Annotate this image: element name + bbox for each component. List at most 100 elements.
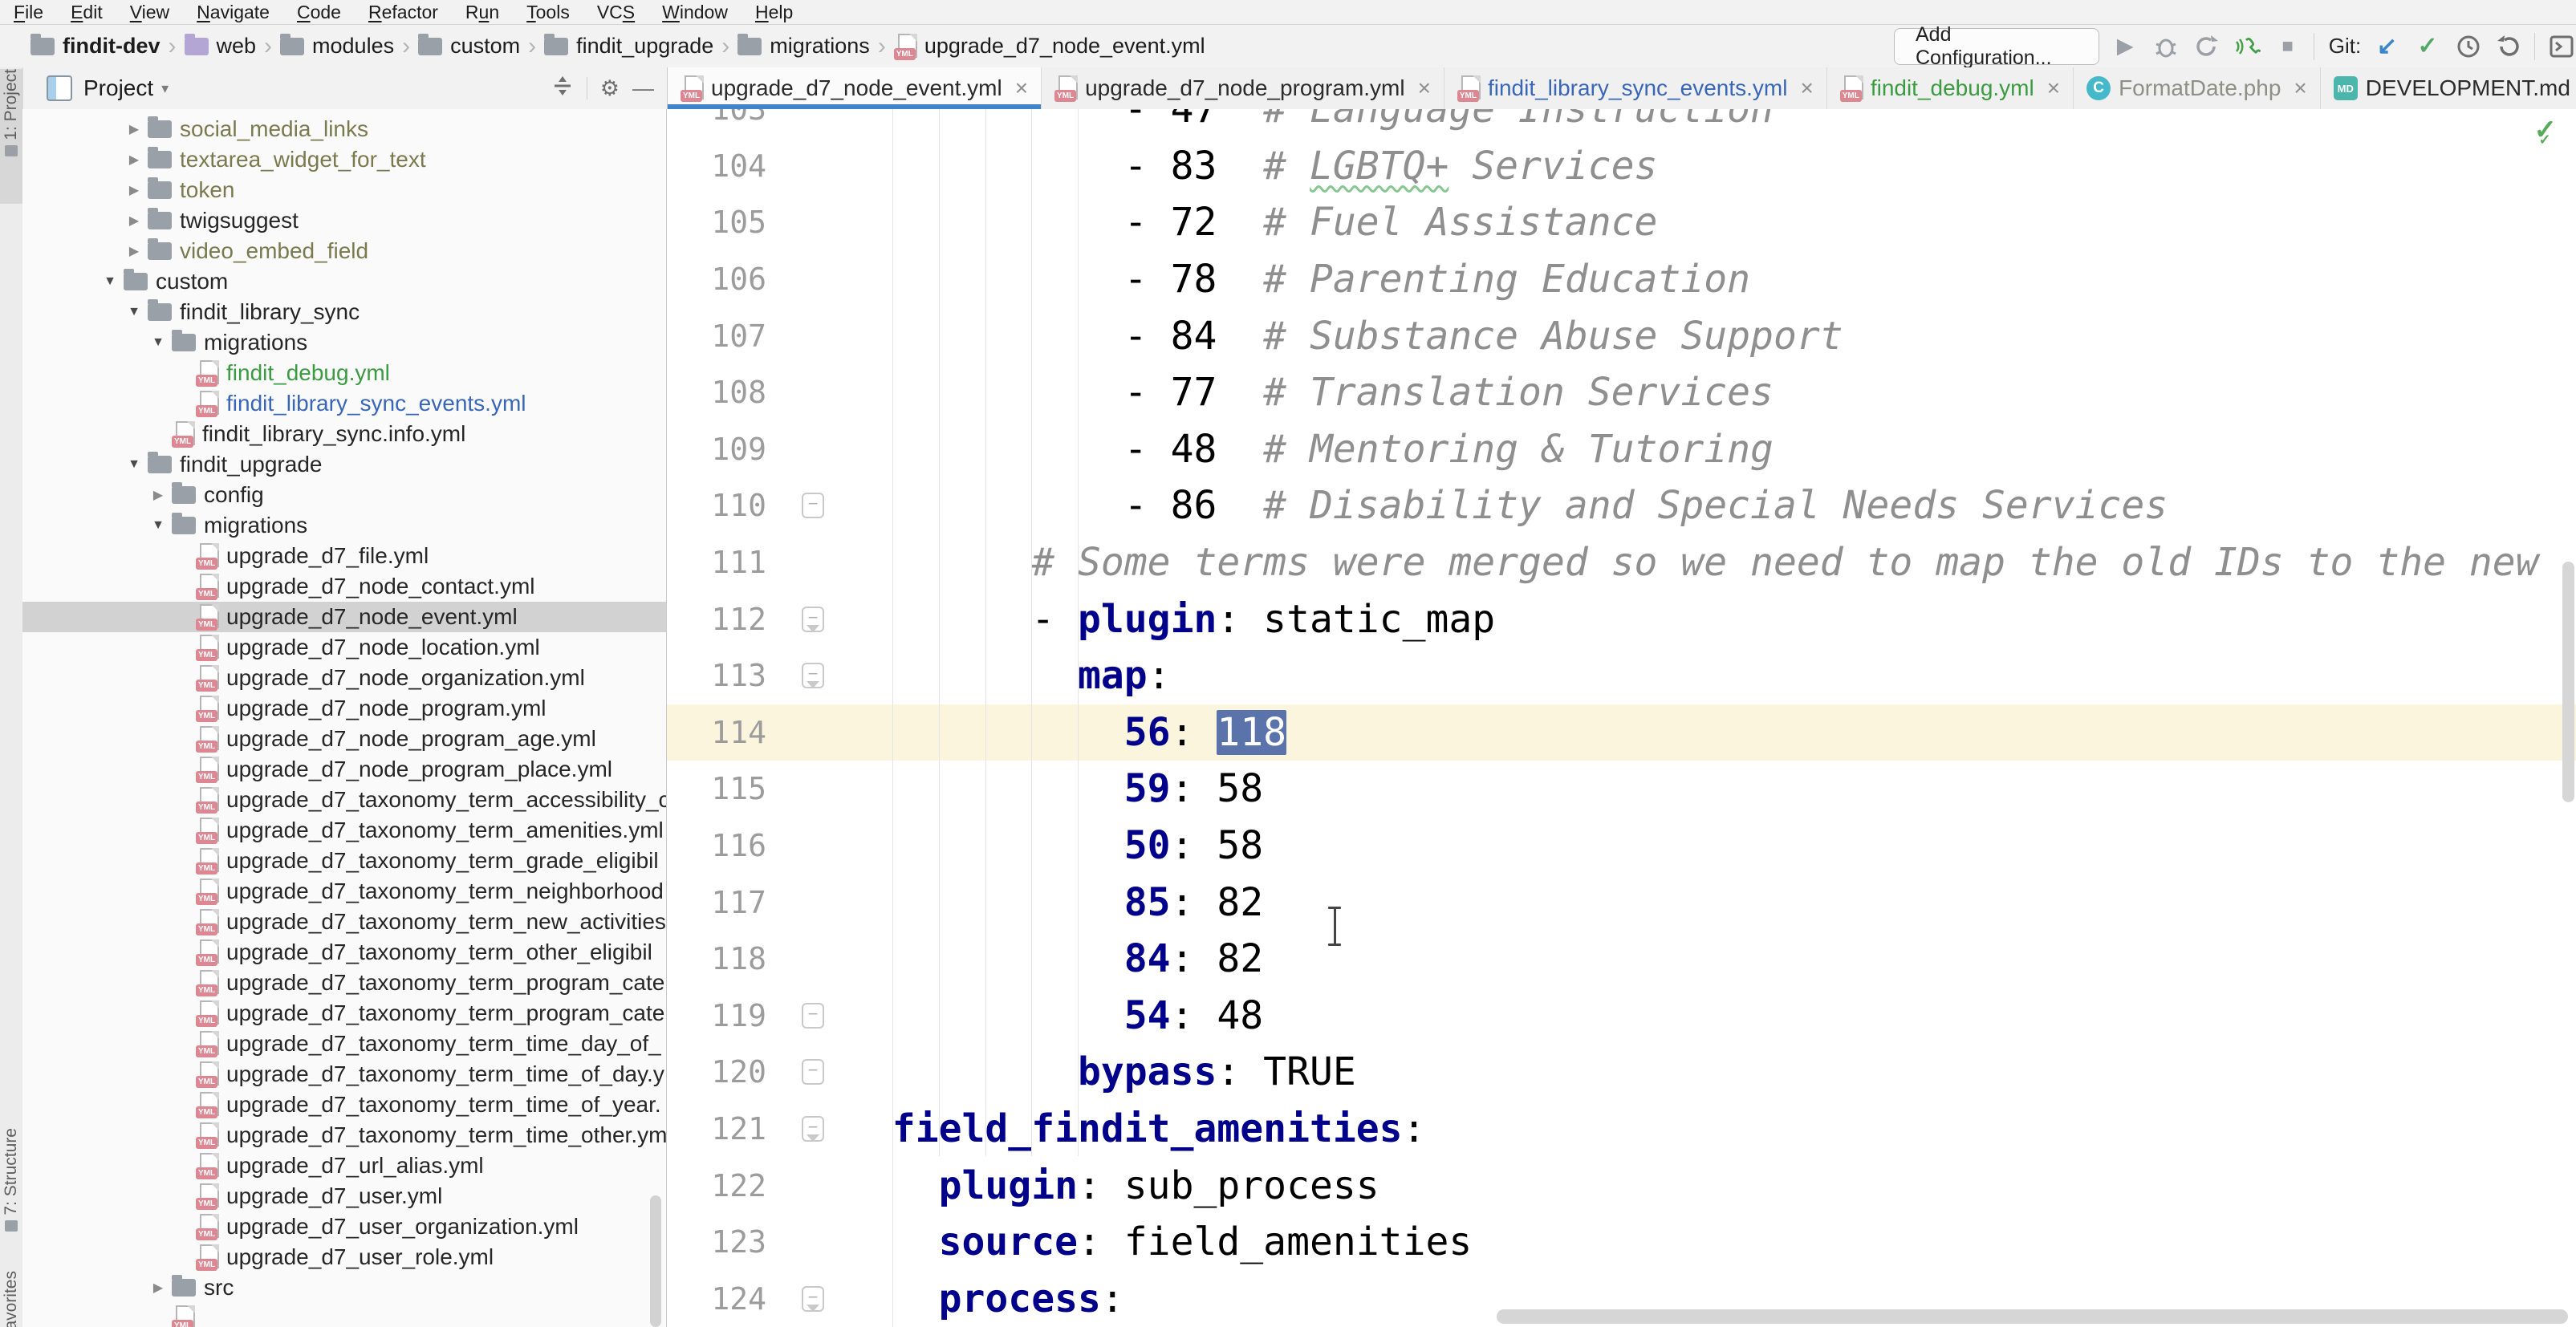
tree-row[interactable]: ▼migrations [22,510,666,541]
collapse-all-icon[interactable] [551,75,574,103]
tree-row[interactable]: YMLupgrade_d7_node_location.yml [22,632,666,663]
tree-row[interactable]: ▶social_media_links [22,114,666,144]
fold-marker-icon[interactable]: − [802,1116,824,1142]
breadcrumb-item[interactable]: findit-dev [27,34,164,59]
editor-surface[interactable]: 103 - 47 # Language Instruction104 - 83 … [667,109,2576,1327]
tree-scrollbar[interactable] [650,1195,661,1327]
stripe-button-7-structure[interactable]: 7: Structure [0,1128,22,1264]
tree-expand-icon[interactable]: ▶ [144,1280,172,1296]
menu-item-vcs[interactable]: VCS [583,2,648,23]
menu-item-refactor[interactable]: Refactor [355,2,452,23]
fold-marker-icon[interactable]: − [802,607,824,632]
breadcrumb-item[interactable]: findit_upgrade [541,34,717,59]
tree-row[interactable]: YML [22,1303,666,1327]
tree-row[interactable]: YMLupgrade_d7_taxonomy_term_program_cate [22,968,666,998]
tab-findit_library_sync_events-yml[interactable]: YMLfindit_library_sync_events.yml× [1444,67,1827,109]
tree-row[interactable]: ▶textarea_widget_for_text [22,144,666,175]
tree-row[interactable]: YMLupgrade_d7_node_contact.yml [22,571,666,602]
tree-row[interactable]: ▶config [22,480,666,510]
hide-panel-icon[interactable]: — [632,76,654,101]
stop-icon[interactable]: ■ [2273,30,2302,63]
fold-marker-icon[interactable]: − [802,1286,824,1312]
close-icon[interactable]: × [1015,75,1028,101]
close-icon[interactable]: × [2294,75,2306,101]
menu-item-window[interactable]: Window [648,2,742,23]
tree-collapse-icon[interactable]: ▼ [120,305,148,319]
debug-icon[interactable] [2151,30,2181,63]
tree-expand-icon[interactable]: ▶ [120,213,148,229]
project-tree[interactable]: ▶social_media_links▶textarea_widget_for_… [22,109,667,1327]
rerun-icon[interactable] [2192,30,2221,63]
tree-row[interactable]: ▼migrations [22,327,666,358]
tree-row[interactable]: ▶video_embed_field [22,236,666,266]
breadcrumb-item[interactable]: modules [277,34,397,59]
tree-row[interactable]: ▶src [22,1272,666,1303]
breadcrumb-item[interactable]: web [181,34,260,59]
tree-row[interactable]: YMLupgrade_d7_user_organization.yml [22,1211,666,1242]
tree-row[interactable]: YMLupgrade_d7_node_program_age.yml [22,724,666,754]
fold-marker-icon[interactable]: − [802,493,824,518]
tree-row[interactable]: YMLupgrade_d7_taxonomy_term_accessibilit… [22,785,666,815]
tree-row[interactable]: YMLupgrade_d7_file.yml [22,541,666,571]
git-commit-icon[interactable]: ✓ [2413,30,2443,63]
tree-row[interactable]: YMLupgrade_d7_user_role.yml [22,1242,666,1272]
tree-row[interactable]: ▼findit_library_sync [22,297,666,327]
tree-row[interactable]: YMLfindit_library_sync.info.yml [22,419,666,449]
tree-row[interactable]: YMLupgrade_d7_taxonomy_term_neighborhood [22,876,666,907]
phone-debug-icon[interactable] [2233,30,2262,63]
editor-vertical-scrollbar[interactable] [2562,562,2574,802]
editor-horizontal-scrollbar[interactable] [1497,1309,2568,1324]
close-icon[interactable]: × [1418,75,1431,101]
breadcrumb-item[interactable]: migrations [734,34,873,59]
menu-item-code[interactable]: Code [283,2,355,23]
menu-item-view[interactable]: View [116,2,183,23]
tree-row[interactable]: YMLupgrade_d7_node_event.yml [22,602,666,632]
tree-row[interactable]: YMLupgrade_d7_taxonomy_term_time_of_day.… [22,1059,666,1090]
tree-row[interactable]: YMLupgrade_d7_taxonomy_term_time_of_year… [22,1090,666,1120]
terminal-icon[interactable] [2546,30,2576,63]
tree-row[interactable]: YMLupgrade_d7_taxonomy_term_other_eligib… [22,937,666,968]
gear-icon[interactable]: ⚙ [600,76,620,101]
tree-row[interactable]: ▼custom [22,266,666,297]
git-rollback-icon[interactable] [2494,30,2524,63]
breadcrumb-item[interactable]: custom [415,34,523,59]
git-history-icon[interactable] [2453,30,2483,63]
tree-row[interactable]: YMLupgrade_d7_node_organization.yml [22,663,666,693]
tree-row[interactable]: YMLupgrade_d7_node_program.yml [22,693,666,724]
tab-findit_debug-yml[interactable]: YMLfindit_debug.yml× [1827,67,2074,109]
tree-row[interactable]: YMLupgrade_d7_taxonomy_term_program_cate [22,998,666,1029]
tree-row[interactable]: YMLupgrade_d7_user.yml [22,1181,666,1211]
tree-collapse-icon[interactable]: ▼ [96,274,124,289]
tree-row[interactable]: YMLupgrade_d7_taxonomy_term_amenities.ym… [22,815,666,846]
menu-item-run[interactable]: Run [452,2,513,23]
tab-development-md[interactable]: MDDEVELOPMENT.md× [2321,67,2576,109]
tree-row[interactable]: YMLupgrade_d7_taxonomy_term_grade_eligib… [22,846,666,876]
tree-row[interactable]: YMLupgrade_d7_taxonomy_term_time_day_of_ [22,1029,666,1059]
tree-row[interactable]: YMLfindit_debug.yml [22,358,666,388]
tree-expand-icon[interactable]: ▶ [120,182,148,198]
inspections-ok-icon[interactable]: ✓✓ [2534,114,2558,148]
tree-collapse-icon[interactable]: ▼ [144,335,172,350]
run-icon[interactable]: ▶ [2111,30,2140,63]
menu-item-edit[interactable]: Edit [57,2,116,23]
chevron-down-icon[interactable]: ▾ [161,80,169,97]
tree-expand-icon[interactable]: ▶ [144,487,172,503]
tree-expand-icon[interactable]: ▶ [120,243,148,259]
tree-row[interactable]: YMLupgrade_d7_url_alias.yml [22,1150,666,1181]
breadcrumb-item[interactable]: YMLupgrade_d7_node_event.yml [891,34,1209,59]
fold-marker-icon[interactable]: − [802,663,824,688]
tab-upgrade_d7_node_program-yml[interactable]: YMLupgrade_d7_node_program.yml× [1042,67,1444,109]
stripe-button-1-project[interactable]: 1: Project [0,69,22,204]
menu-item-tools[interactable]: Tools [513,2,583,23]
tree-row[interactable]: YMLupgrade_d7_taxonomy_term_time_other.y… [22,1120,666,1150]
menu-item-help[interactable]: Help [742,2,807,23]
tree-row[interactable]: YMLupgrade_d7_taxonomy_term_new_activiti… [22,907,666,937]
tab-formatdate-php[interactable]: CFormatDate.php× [2074,67,2321,109]
tree-row[interactable]: YMLfindit_library_sync_events.yml [22,388,666,419]
tab-upgrade_d7_node_event-yml[interactable]: YMLupgrade_d7_node_event.yml× [668,67,1042,109]
menu-item-navigate[interactable]: Navigate [183,2,283,23]
menu-item-file[interactable]: File [0,2,57,23]
tree-row[interactable]: ▼findit_upgrade [22,449,666,480]
add-configuration-button[interactable]: Add Configuration... [1894,28,2099,65]
tree-row[interactable]: ▶token [22,175,666,205]
